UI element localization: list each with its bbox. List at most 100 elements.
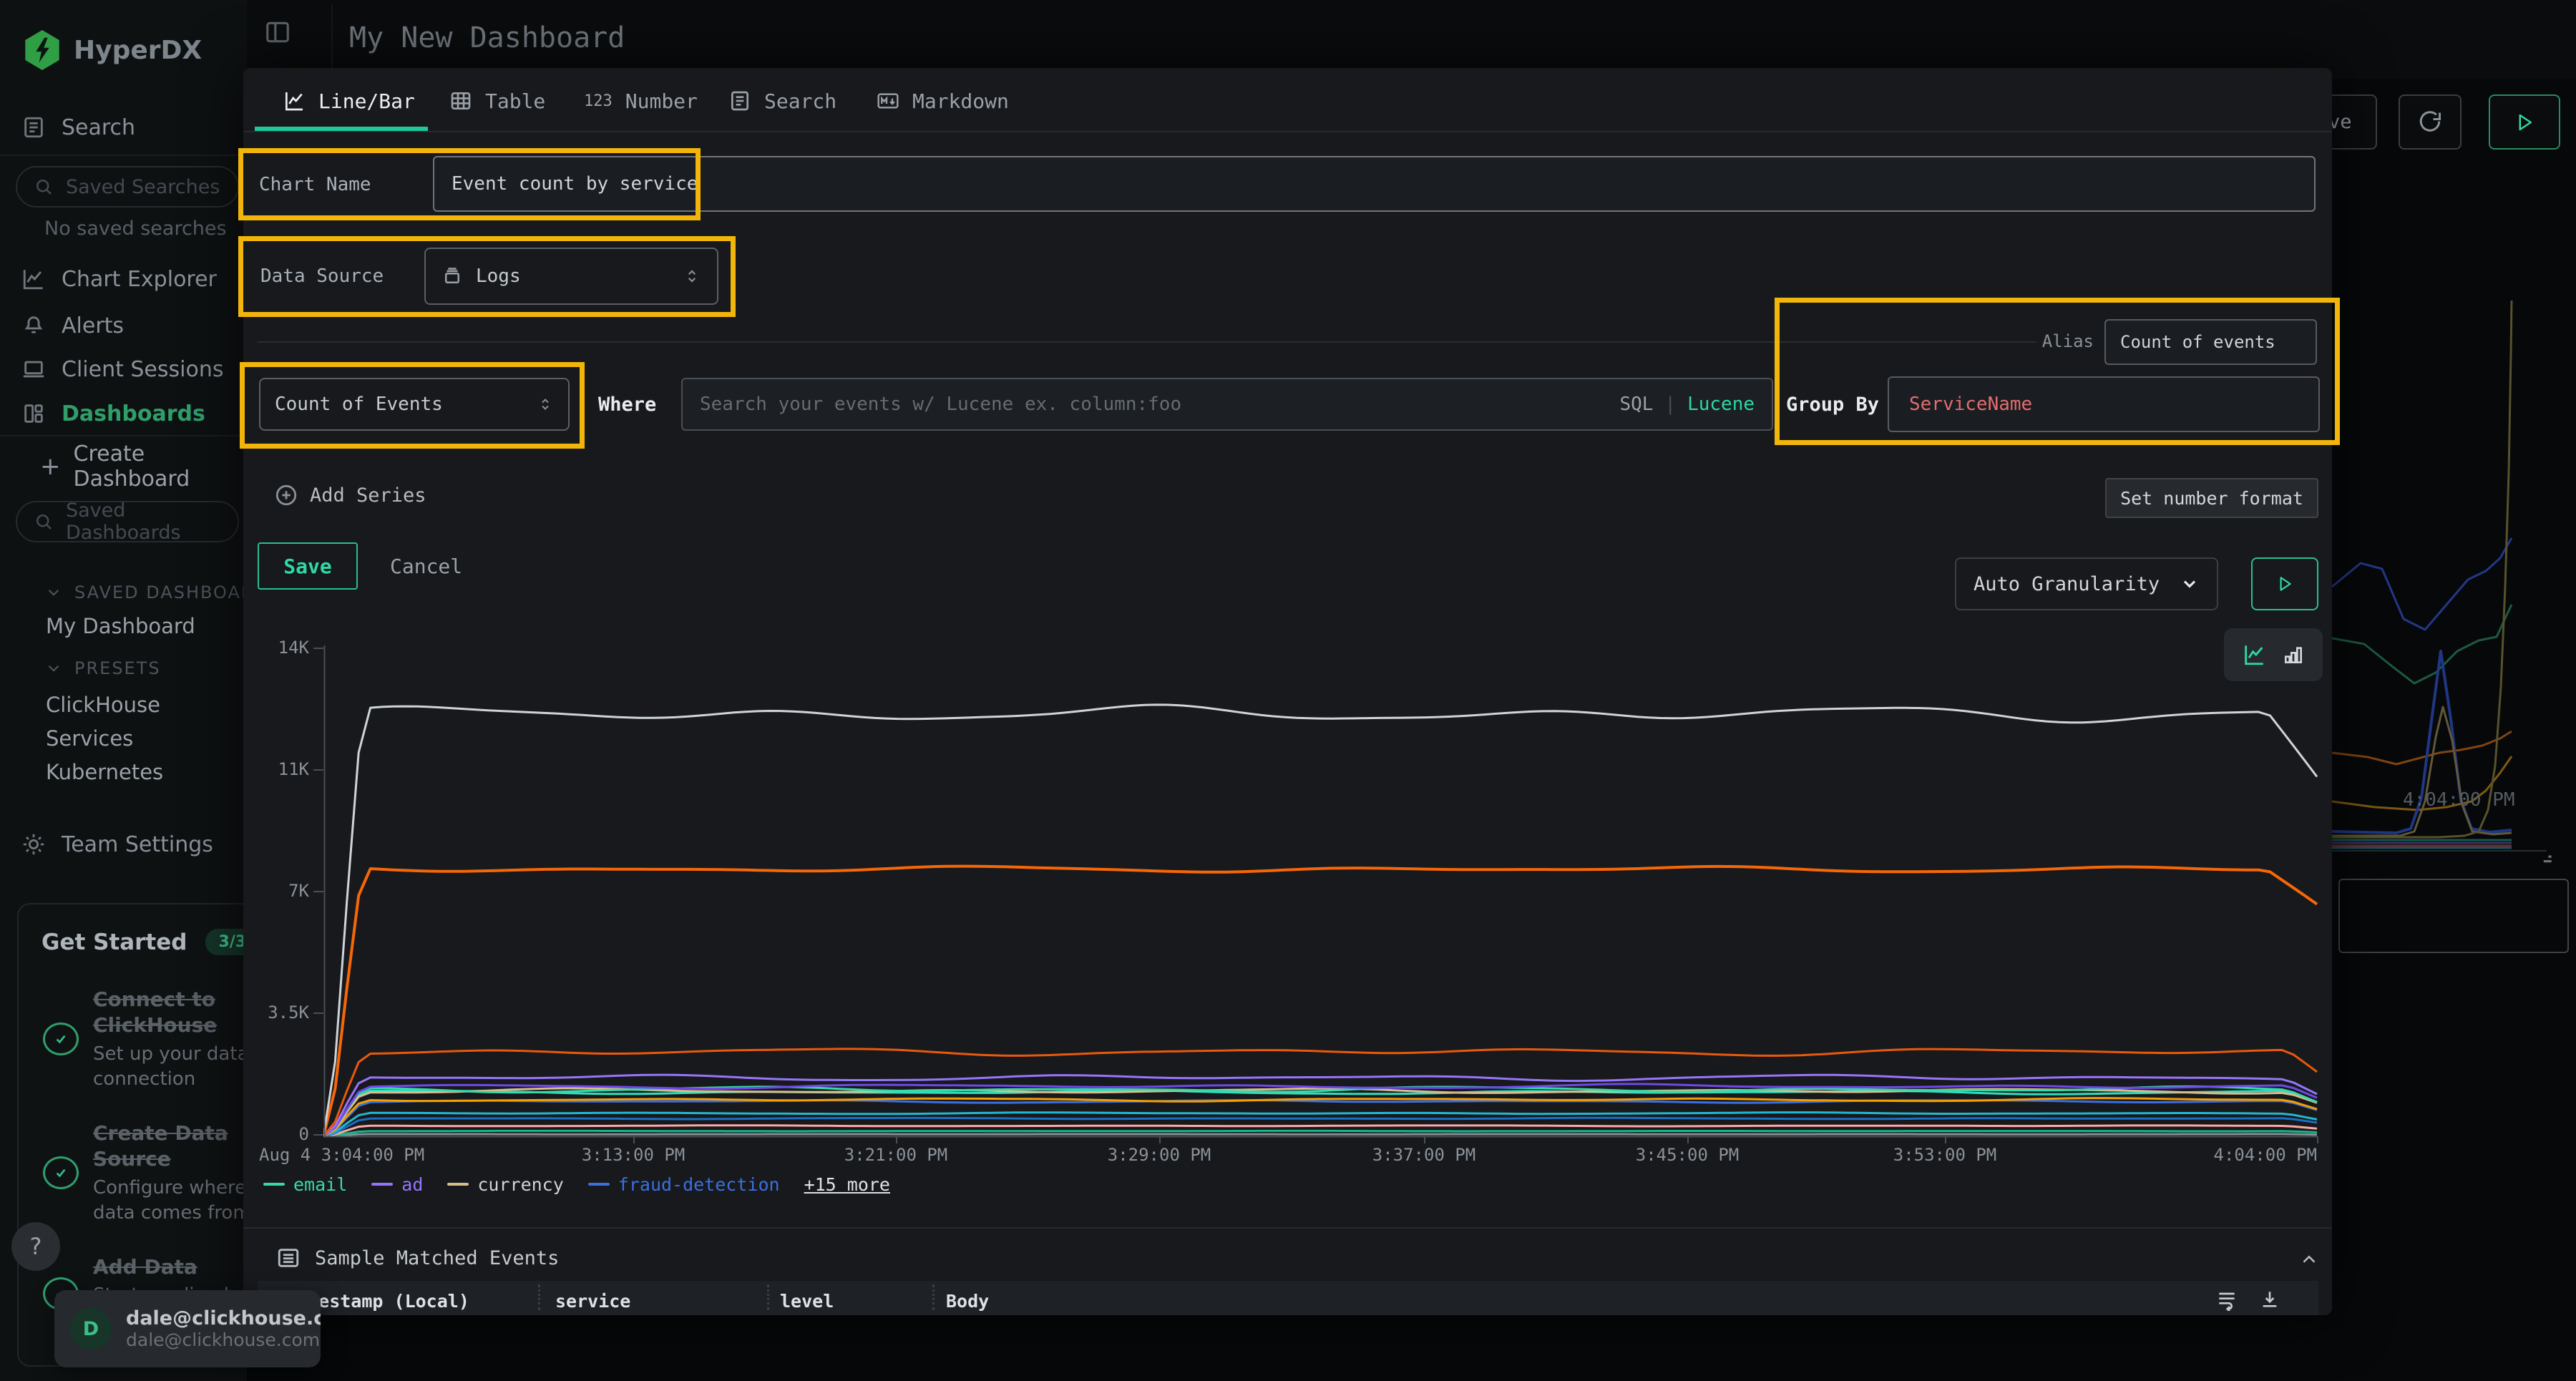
background-chart bbox=[2332, 215, 2576, 855]
legend-item-currency[interactable]: currency bbox=[447, 1174, 563, 1195]
sidebar-item-alerts[interactable]: Alerts bbox=[21, 306, 124, 346]
chart-name-input[interactable]: Event count by service bbox=[433, 156, 2316, 212]
x-tick-label: 3:13:00 PM bbox=[582, 1145, 686, 1165]
chart-name-value: Event count by service bbox=[452, 173, 698, 195]
sidebar-item-my-dashboard[interactable]: My Dashboard bbox=[46, 610, 195, 643]
sample-events-header[interactable]: Sample Matched Events bbox=[276, 1241, 559, 1274]
preset-label: ClickHouse bbox=[46, 693, 160, 717]
section-label: PRESETS bbox=[74, 658, 161, 678]
save-button[interactable]: Save bbox=[258, 542, 358, 590]
legend-item-ad[interactable]: ad bbox=[371, 1174, 423, 1195]
x-tick-mark bbox=[1424, 1136, 1425, 1143]
download-icon[interactable] bbox=[2258, 1288, 2281, 1311]
sidebar-item-label: Search bbox=[62, 115, 135, 140]
series-divider bbox=[258, 341, 2036, 343]
series-line-unlabeled-7 bbox=[323, 1113, 2317, 1136]
data-source-value: Logs bbox=[476, 265, 521, 287]
y-tick-mark bbox=[313, 1012, 323, 1014]
resize-handle-icon[interactable] bbox=[2536, 846, 2555, 864]
legend-label: currency bbox=[477, 1174, 563, 1195]
tab-table[interactable]: Table bbox=[449, 74, 545, 128]
plus-icon: + bbox=[40, 452, 61, 481]
create-dashboard-label: Create Dashboard bbox=[74, 441, 248, 492]
cancel-button[interactable]: Cancel bbox=[390, 542, 462, 590]
column-header-service[interactable]: service bbox=[555, 1291, 630, 1312]
create-dashboard-button[interactable]: + Create Dashboard bbox=[40, 446, 247, 487]
chart-editor-modal: Line/Bar Table 123 Number Search bbox=[243, 68, 2332, 1315]
lucene-mode-toggle[interactable]: Lucene bbox=[1687, 394, 1755, 415]
collapse-chevron-up-icon[interactable] bbox=[2298, 1249, 2320, 1270]
group-by-value: ServiceName bbox=[1909, 394, 2032, 415]
database-icon bbox=[441, 265, 463, 287]
alias-input[interactable]: Count of events bbox=[2104, 319, 2317, 365]
column-separator[interactable] bbox=[538, 1284, 540, 1310]
main-chart[interactable] bbox=[323, 638, 2318, 1141]
user-menu[interactable]: D dale@clickhouse.c dale@clickhouse.com'… bbox=[54, 1290, 321, 1367]
data-source-select[interactable]: Logs bbox=[424, 248, 718, 305]
tab-search[interactable]: Search bbox=[728, 74, 836, 128]
sidebar-item-search[interactable]: Search bbox=[21, 107, 135, 147]
list-icon bbox=[276, 1246, 301, 1270]
column-separator[interactable] bbox=[767, 1284, 769, 1310]
sidebar-item-clickhouse[interactable]: ClickHouse bbox=[46, 688, 160, 721]
page-title[interactable]: My New Dashboard bbox=[349, 21, 625, 54]
help-glyph: ? bbox=[30, 1233, 42, 1260]
add-series-label: Add Series bbox=[310, 484, 426, 507]
tab-label: Number bbox=[625, 89, 698, 113]
x-tick-mark bbox=[896, 1136, 897, 1143]
column-header-level[interactable]: level bbox=[780, 1291, 834, 1312]
background-chart-axis bbox=[2332, 850, 2547, 851]
sidebar-item-kubernetes[interactable]: Kubernetes bbox=[46, 756, 163, 789]
sidebar-collapse-icon[interactable] bbox=[264, 19, 291, 46]
run-query-button[interactable] bbox=[2251, 557, 2318, 610]
table-grid-icon bbox=[449, 89, 472, 112]
set-number-format-button[interactable]: Set number format bbox=[2105, 478, 2318, 518]
sidebar-item-client-sessions[interactable]: Client Sessions bbox=[21, 349, 223, 389]
alias-label: Alias bbox=[2025, 331, 2094, 351]
column-separator[interactable] bbox=[932, 1284, 935, 1310]
brand[interactable]: HyperDX bbox=[24, 30, 202, 70]
column-header-body[interactable]: Body bbox=[946, 1291, 989, 1312]
y-tick-mark bbox=[313, 1134, 323, 1136]
tab-label: Table bbox=[485, 89, 545, 113]
y-tick-mark bbox=[313, 891, 323, 892]
x-tick-label: 3:37:00 PM bbox=[1372, 1145, 1476, 1165]
group-by-label: Group By bbox=[1786, 378, 1879, 431]
where-input[interactable]: Search your events w/ Lucene ex. column:… bbox=[681, 378, 1773, 431]
aggregation-select[interactable]: Count of Events bbox=[259, 378, 570, 431]
x-tick-label: 3:29:00 PM bbox=[1108, 1145, 1211, 1165]
group-by-input[interactable]: ServiceName bbox=[1888, 376, 2320, 432]
x-tick-mark bbox=[1687, 1136, 1689, 1143]
sidebar-item-label: Team Settings bbox=[62, 832, 213, 857]
sidebar-item-dashboards[interactable]: Dashboards bbox=[21, 394, 205, 434]
legend-item--15-more[interactable]: +15 more bbox=[804, 1174, 890, 1195]
tab-markdown[interactable]: Markdown bbox=[877, 74, 1009, 128]
tab-label: Line/Bar bbox=[318, 89, 415, 113]
user-email-sub: dale@clickhouse.com's bbox=[126, 1329, 321, 1350]
background-time-label: 4:04:00 PM bbox=[2403, 789, 2515, 811]
help-button[interactable]: ? bbox=[11, 1222, 60, 1271]
legend-item-fraud-detection[interactable]: fraud-detection bbox=[588, 1174, 780, 1195]
sidebar-item-label: Dashboards bbox=[62, 401, 205, 426]
tab-number[interactable]: 123 Number bbox=[584, 74, 698, 128]
y-tick-mark bbox=[313, 648, 323, 649]
tab-bar: Line/Bar Table 123 Number Search bbox=[243, 68, 2332, 132]
y-tick-label: 11K bbox=[252, 759, 309, 779]
saved-searches-input[interactable]: Saved Searches bbox=[16, 166, 239, 208]
where-label: Where bbox=[598, 378, 656, 431]
sidebar-item-team-settings[interactable]: Team Settings bbox=[21, 824, 213, 864]
sidebar-item-services[interactable]: Services bbox=[46, 722, 133, 755]
section-presets[interactable]: PRESETS bbox=[44, 653, 161, 684]
section-divider bbox=[243, 1227, 2332, 1229]
saved-dashboards-input[interactable]: Saved Dashboards bbox=[16, 501, 239, 542]
legend-dash bbox=[447, 1183, 469, 1186]
wrap-lines-icon[interactable] bbox=[2215, 1288, 2238, 1311]
sql-mode-toggle[interactable]: SQL bbox=[1619, 394, 1653, 415]
tab-line-bar[interactable]: Line/Bar bbox=[283, 74, 415, 128]
legend-item-email[interactable]: email bbox=[263, 1174, 347, 1195]
preset-label: Kubernetes bbox=[46, 760, 163, 784]
granularity-select[interactable]: Auto Granularity bbox=[1955, 557, 2218, 610]
sidebar-item-label: Client Sessions bbox=[62, 357, 223, 382]
add-series-button[interactable]: Add Series bbox=[274, 477, 426, 513]
sidebar-item-chart-explorer[interactable]: Chart Explorer bbox=[21, 259, 217, 299]
